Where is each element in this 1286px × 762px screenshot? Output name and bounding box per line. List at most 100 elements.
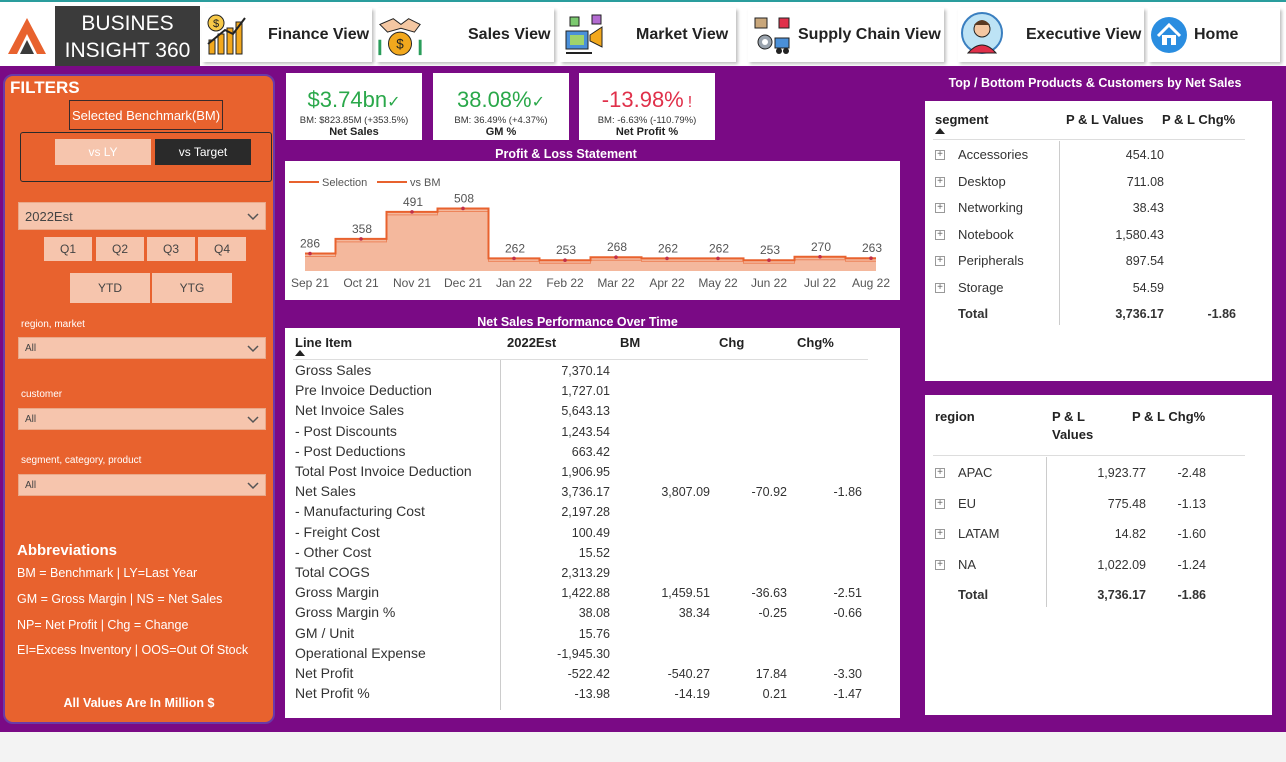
table-row: Net Sales 3,736.17 3,807.09 -70.92 -1.86 [285,483,900,503]
expand-icon[interactable]: + [935,176,945,187]
filters-title: FILTERS [10,78,80,97]
expand-icon[interactable]: + [935,256,945,266]
home-icon [1148,11,1190,59]
segment-dropdown[interactable]: All [18,474,266,496]
chevron-down-icon [247,345,259,353]
estimate-cell: 5,643.13 [561,404,610,419]
data-point[interactable] [512,256,516,261]
data-point[interactable] [665,256,669,261]
col-header-2022est[interactable]: 2022Est [507,335,556,350]
data-point[interactable] [767,258,771,263]
nav-supply-chain-view[interactable]: Supply Chain View [748,8,944,62]
line-item-label: - Freight Cost [295,523,380,540]
toggle-vs-target[interactable]: vs Target [155,139,251,165]
segment-row[interactable]: + Accessories 454.10 [925,147,1272,167]
col-header-chg[interactable]: Chg [719,335,744,350]
x-tick-label: Feb 22 [546,276,584,290]
toggle-vs-ly[interactable]: vs LY [55,139,151,165]
region-row[interactable]: + LATAM 14.82 -1.60 [925,526,1272,546]
expand-icon[interactable]: + [935,559,945,570]
expand-icon[interactable]: + [935,229,945,240]
nav-market-view[interactable]: Market View [560,8,736,62]
change-percent-cell: -3.30 [833,667,863,681]
pl-value-cell: 775.48 [1107,496,1146,511]
market-icon [560,11,608,59]
dashboard: BUSINES INSIGHT 360 $ Finance View $ Sal… [0,0,1286,762]
data-point[interactable] [563,258,567,263]
region-dropdown[interactable]: All [18,337,266,359]
segment-row[interactable]: + Peripherals 897.54 [925,253,1272,273]
expand-icon[interactable]: + [935,468,945,478]
kpi-value-text: -13.98% [601,87,684,112]
quarter-q4-button[interactable]: Q4 [198,237,246,261]
data-point[interactable] [308,251,312,256]
col-header-pl-values-line1[interactable]: P & L [1052,409,1085,424]
year-dropdown[interactable]: 2022Est [18,202,266,230]
brand-line-2: INSIGHT 360 [64,39,191,62]
segment-row[interactable]: + Storage 54.59 [925,280,1272,300]
col-header-region[interactable]: region [935,409,975,424]
line-item-label: Total COGS [295,564,370,580]
data-label: 262 [505,241,525,255]
expand-icon[interactable]: + [935,529,945,539]
pl-table: Line Item 2022Est BM Chg Chg% Gross Sale… [285,328,900,718]
estimate-cell: 1,243.54 [561,424,610,439]
region-row[interactable]: + NA 1,022.09 -1.24 [925,557,1272,577]
data-point[interactable] [614,255,618,259]
quarter-q1-button[interactable]: Q1 [44,237,92,261]
expand-icon[interactable]: + [935,282,945,293]
col-header-pl-values[interactable]: P & L Values [1066,112,1144,127]
change-cell: 17.84 [755,667,787,681]
data-point[interactable] [461,206,465,211]
expand-icon[interactable]: + [935,498,945,509]
data-label: 270 [811,240,831,254]
data-point[interactable] [359,237,363,241]
customer-dropdown[interactable]: All [18,408,266,430]
header-divider [933,139,1245,140]
estimate-cell: 7,370.14 [561,364,610,378]
expand-icon[interactable]: + [935,150,945,160]
table-row: - Post Discounts 1,243.54 [285,423,900,443]
expand-icon[interactable]: + [935,203,945,213]
line-item-label: Gross Margin % [295,604,396,621]
region-row[interactable]: + APAC 1,923.77 -2.48 [925,465,1272,485]
values-note: All Values Are In Million $ [63,696,215,710]
nav-executive-view[interactable]: Executive View [958,8,1144,62]
nav-finance-label: Finance View [268,26,370,43]
col-header-bm[interactable]: BM [620,335,640,350]
col-header-pl-values-line2[interactable]: Values [1052,427,1093,442]
nav-supply-chain-label: Supply Chain View [798,26,941,43]
nav-sales-view[interactable]: $ Sales View [376,8,554,62]
data-point[interactable] [869,256,873,261]
alert-icon: ! [687,94,693,111]
chevron-down-icon [247,416,259,424]
finance-chart-icon: $ [202,11,250,59]
data-point[interactable] [410,210,414,214]
estimate-cell: 1,422.88 [561,586,610,601]
data-point[interactable] [716,256,720,261]
nav-finance-view[interactable]: $ Finance View [202,8,372,62]
col-header-line-item[interactable]: Line Item [295,335,352,350]
segment-row[interactable]: + Networking 38.43 [925,200,1272,220]
ytg-button[interactable]: YTG [152,273,232,303]
quarter-q3-button[interactable]: Q3 [147,237,195,261]
data-label: 253 [556,243,576,257]
col-header-segment[interactable]: segment [935,112,988,127]
x-tick-label: May 22 [698,276,738,290]
data-point[interactable] [818,254,822,259]
total-row: Total 3,736.17 -1.86 [925,306,1272,326]
col-header-pl-chg[interactable]: P & L Chg% [1132,409,1205,424]
logo-a-icon [0,4,54,66]
quarter-q2-button[interactable]: Q2 [96,237,144,261]
benchmark-label: Selected Benchmark(BM) [69,100,223,130]
region-row[interactable]: + EU 775.48 -1.13 [925,496,1272,516]
pl-chart-svg: Selection vs BM 286 Sep 21 358 Oct 21 491 Nov… [289,177,890,290]
ytd-button[interactable]: YTD [70,273,150,303]
col-header-chg-percent[interactable]: Chg% [797,335,834,350]
region-filter-label: region, market [21,319,85,330]
nav-home[interactable]: Home [1148,8,1280,62]
segment-row[interactable]: + Notebook 1,580.43 [925,227,1272,247]
segment-row[interactable]: + Desktop 711.08 [925,174,1272,194]
segment-name: Notebook [958,226,1014,242]
col-header-pl-chg[interactable]: P & L Chg% [1162,112,1235,127]
